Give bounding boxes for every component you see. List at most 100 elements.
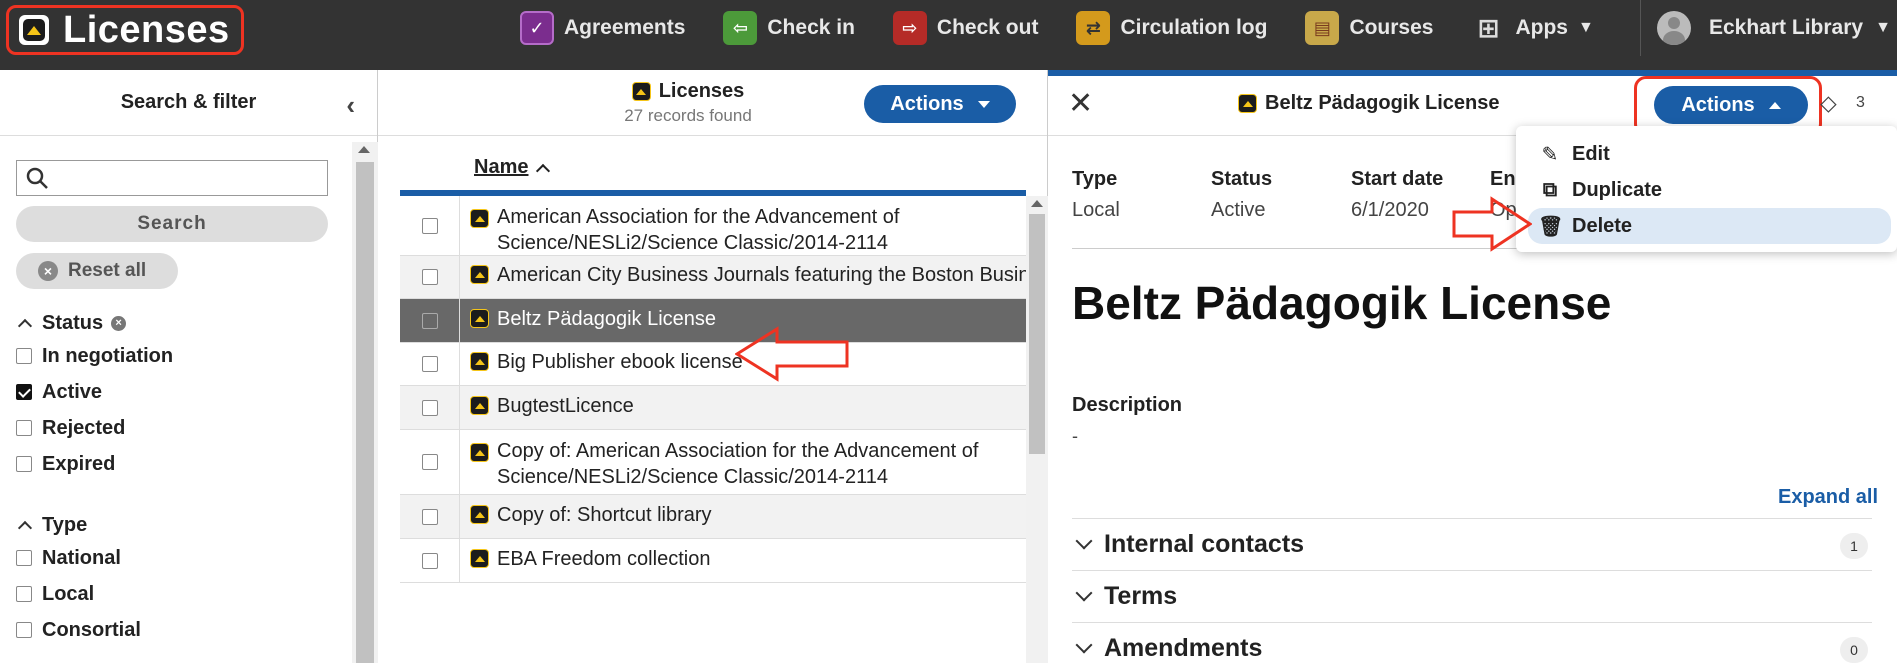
row-checkbox[interactable] [421, 399, 438, 416]
page-title: Beltz Pädagogik License [1072, 277, 1612, 329]
scroll-up-arrow-icon[interactable] [358, 146, 370, 153]
collapse-filter-button[interactable]: ‹ [346, 90, 355, 121]
scrollbar-thumb[interactable] [356, 162, 374, 663]
trash-icon: 🗑 [1538, 215, 1564, 238]
column-header-name[interactable]: Name [474, 156, 551, 179]
row-checkbox[interactable] [421, 552, 438, 569]
filter-option-local[interactable]: Local [16, 576, 141, 612]
row-name: American City Business Journals featurin… [497, 264, 1026, 286]
filter-option-in-negotiation[interactable]: In negotiation [16, 338, 173, 374]
nav-courses[interactable]: ▤ Courses [1305, 11, 1433, 45]
sort-ascending-icon [536, 163, 551, 178]
nav-apps[interactable]: ⊞ Apps ▼ [1471, 11, 1594, 45]
checkbox[interactable] [16, 622, 32, 638]
filter-group-status-label: Status [42, 311, 104, 334]
filter-option-label: Local [42, 582, 95, 605]
accordion-amendments[interactable]: Amendments 0 [1072, 622, 1872, 663]
tag-icon[interactable]: ⬦ [1820, 90, 1837, 118]
pencil-icon: ✎ [1541, 143, 1559, 166]
reset-all-button[interactable]: × Reset all [16, 253, 178, 289]
nav-circulation-log[interactable]: ⇄ Circulation log [1076, 11, 1267, 45]
app-title-button[interactable]: Licenses [6, 5, 244, 55]
table-row[interactable]: BugtestLicence [400, 386, 1026, 430]
menu-item-duplicate[interactable]: ⧉ Duplicate [1516, 172, 1897, 208]
search-icon [26, 167, 48, 189]
checkbox[interactable] [16, 456, 32, 472]
field-type: Type Local [1072, 168, 1120, 222]
license-icon [470, 505, 489, 524]
menu-item-edit[interactable]: ✎ Edit [1516, 136, 1897, 172]
search-button[interactable]: Search [16, 206, 328, 242]
filter-pane-header: Search & filter ‹ [0, 70, 377, 136]
search-input[interactable] [16, 160, 328, 196]
row-checkbox[interactable] [421, 454, 438, 470]
detail-header-title-label: Beltz Pädagogik License [1265, 92, 1500, 114]
filter-option-label: In negotiation [42, 344, 174, 367]
scrollbar-thumb[interactable] [1029, 214, 1045, 454]
results-actions-button[interactable]: Actions [864, 85, 1016, 123]
scroll-up-arrow-icon[interactable] [1031, 200, 1043, 207]
checkbox[interactable] [16, 586, 32, 602]
filter-scrollbar[interactable] [352, 142, 378, 663]
filter-option-rejected[interactable]: Rejected [16, 410, 173, 446]
app-title-label: Licenses [63, 8, 230, 51]
row-name: Copy of: American Association for the Ad… [497, 440, 979, 488]
nav-apps-label: Apps [1515, 16, 1568, 39]
agreements-icon: ✓ [520, 11, 554, 45]
filter-option-active[interactable]: Active [16, 374, 173, 410]
filter-option-expired[interactable]: Expired [16, 446, 173, 482]
table-row[interactable]: Copy of: American Association for the Ad… [400, 430, 1026, 495]
description-value: - [1072, 426, 1078, 446]
column-header-label: Name [474, 156, 529, 178]
row-checkbox[interactable] [421, 269, 438, 285]
checkbox[interactable] [16, 550, 32, 566]
annotation-arrow-left-icon [735, 326, 849, 382]
filter-option-consortial[interactable]: Consortial [16, 612, 141, 648]
filter-option-label: Rejected [42, 416, 126, 439]
count-badge: 1 [1840, 533, 1868, 559]
nav-agreements[interactable]: ✓ Agreements [520, 11, 685, 45]
nav-check-out[interactable]: ⇨ Check out [892, 11, 1038, 45]
results-scrollbar[interactable] [1026, 196, 1048, 663]
filter-group-type: Type National Local Consortial [16, 510, 141, 648]
chevron-up-icon [17, 520, 33, 536]
accordion-internal-contacts[interactable]: Internal contacts 1 [1072, 518, 1872, 570]
row-name: Copy of: Shortcut library [497, 504, 712, 526]
row-checkbox[interactable] [421, 356, 438, 372]
expand-all-button[interactable]: Expand all [1778, 486, 1878, 509]
filter-group-type-header[interactable]: Type [16, 510, 141, 540]
filter-group-status-header[interactable]: Status × [16, 308, 173, 338]
checkbox[interactable] [16, 348, 32, 364]
row-checkbox[interactable] [421, 508, 438, 525]
field-status: Status Active [1211, 168, 1272, 222]
table-row[interactable]: American City Business Journals featurin… [400, 256, 1026, 299]
close-icon[interactable]: ✕ [1068, 86, 1093, 121]
row-checkbox[interactable] [421, 312, 438, 329]
actions-label: Actions [890, 92, 964, 115]
clear-status-filter-icon[interactable]: × [111, 315, 127, 331]
menu-item-delete[interactable]: 🗑 Delete [1528, 208, 1891, 244]
row-checkbox[interactable] [421, 217, 438, 234]
filter-option-national[interactable]: National [16, 540, 141, 576]
search-filter-pane: Search & filter ‹ Search × Reset all Sta… [0, 70, 378, 663]
check-out-icon: ⇨ [892, 11, 927, 45]
checkbox[interactable] [16, 420, 32, 436]
table-row[interactable]: American Association for the Advancement… [400, 196, 1026, 256]
accordion-terms[interactable]: Terms [1072, 570, 1872, 622]
results-title-label: Licenses [658, 80, 745, 102]
filter-option-label: Consortial [42, 618, 141, 641]
table-row[interactable]: EBA Freedom collection [400, 539, 1026, 583]
chevron-down-icon [1075, 636, 1093, 653]
licenses-app-icon [19, 15, 49, 45]
reset-all-label: Reset all [68, 260, 147, 281]
table-row-selected[interactable]: Beltz Pädagogik License [400, 299, 1026, 343]
courses-icon: ▤ [1305, 11, 1340, 45]
accordion-label: Internal contacts [1104, 530, 1305, 558]
nav-check-in[interactable]: ⇦ Check in [723, 11, 855, 45]
checkbox-checked[interactable] [16, 384, 32, 400]
table-row[interactable]: Copy of: Shortcut library [400, 495, 1026, 539]
table-row[interactable]: Big Publisher ebook license [400, 343, 1026, 386]
caret-down-icon [977, 100, 990, 108]
user-menu[interactable]: Eckhart Library ▼ [1640, 0, 1891, 56]
filter-pane-title: Search & filter [120, 91, 257, 113]
